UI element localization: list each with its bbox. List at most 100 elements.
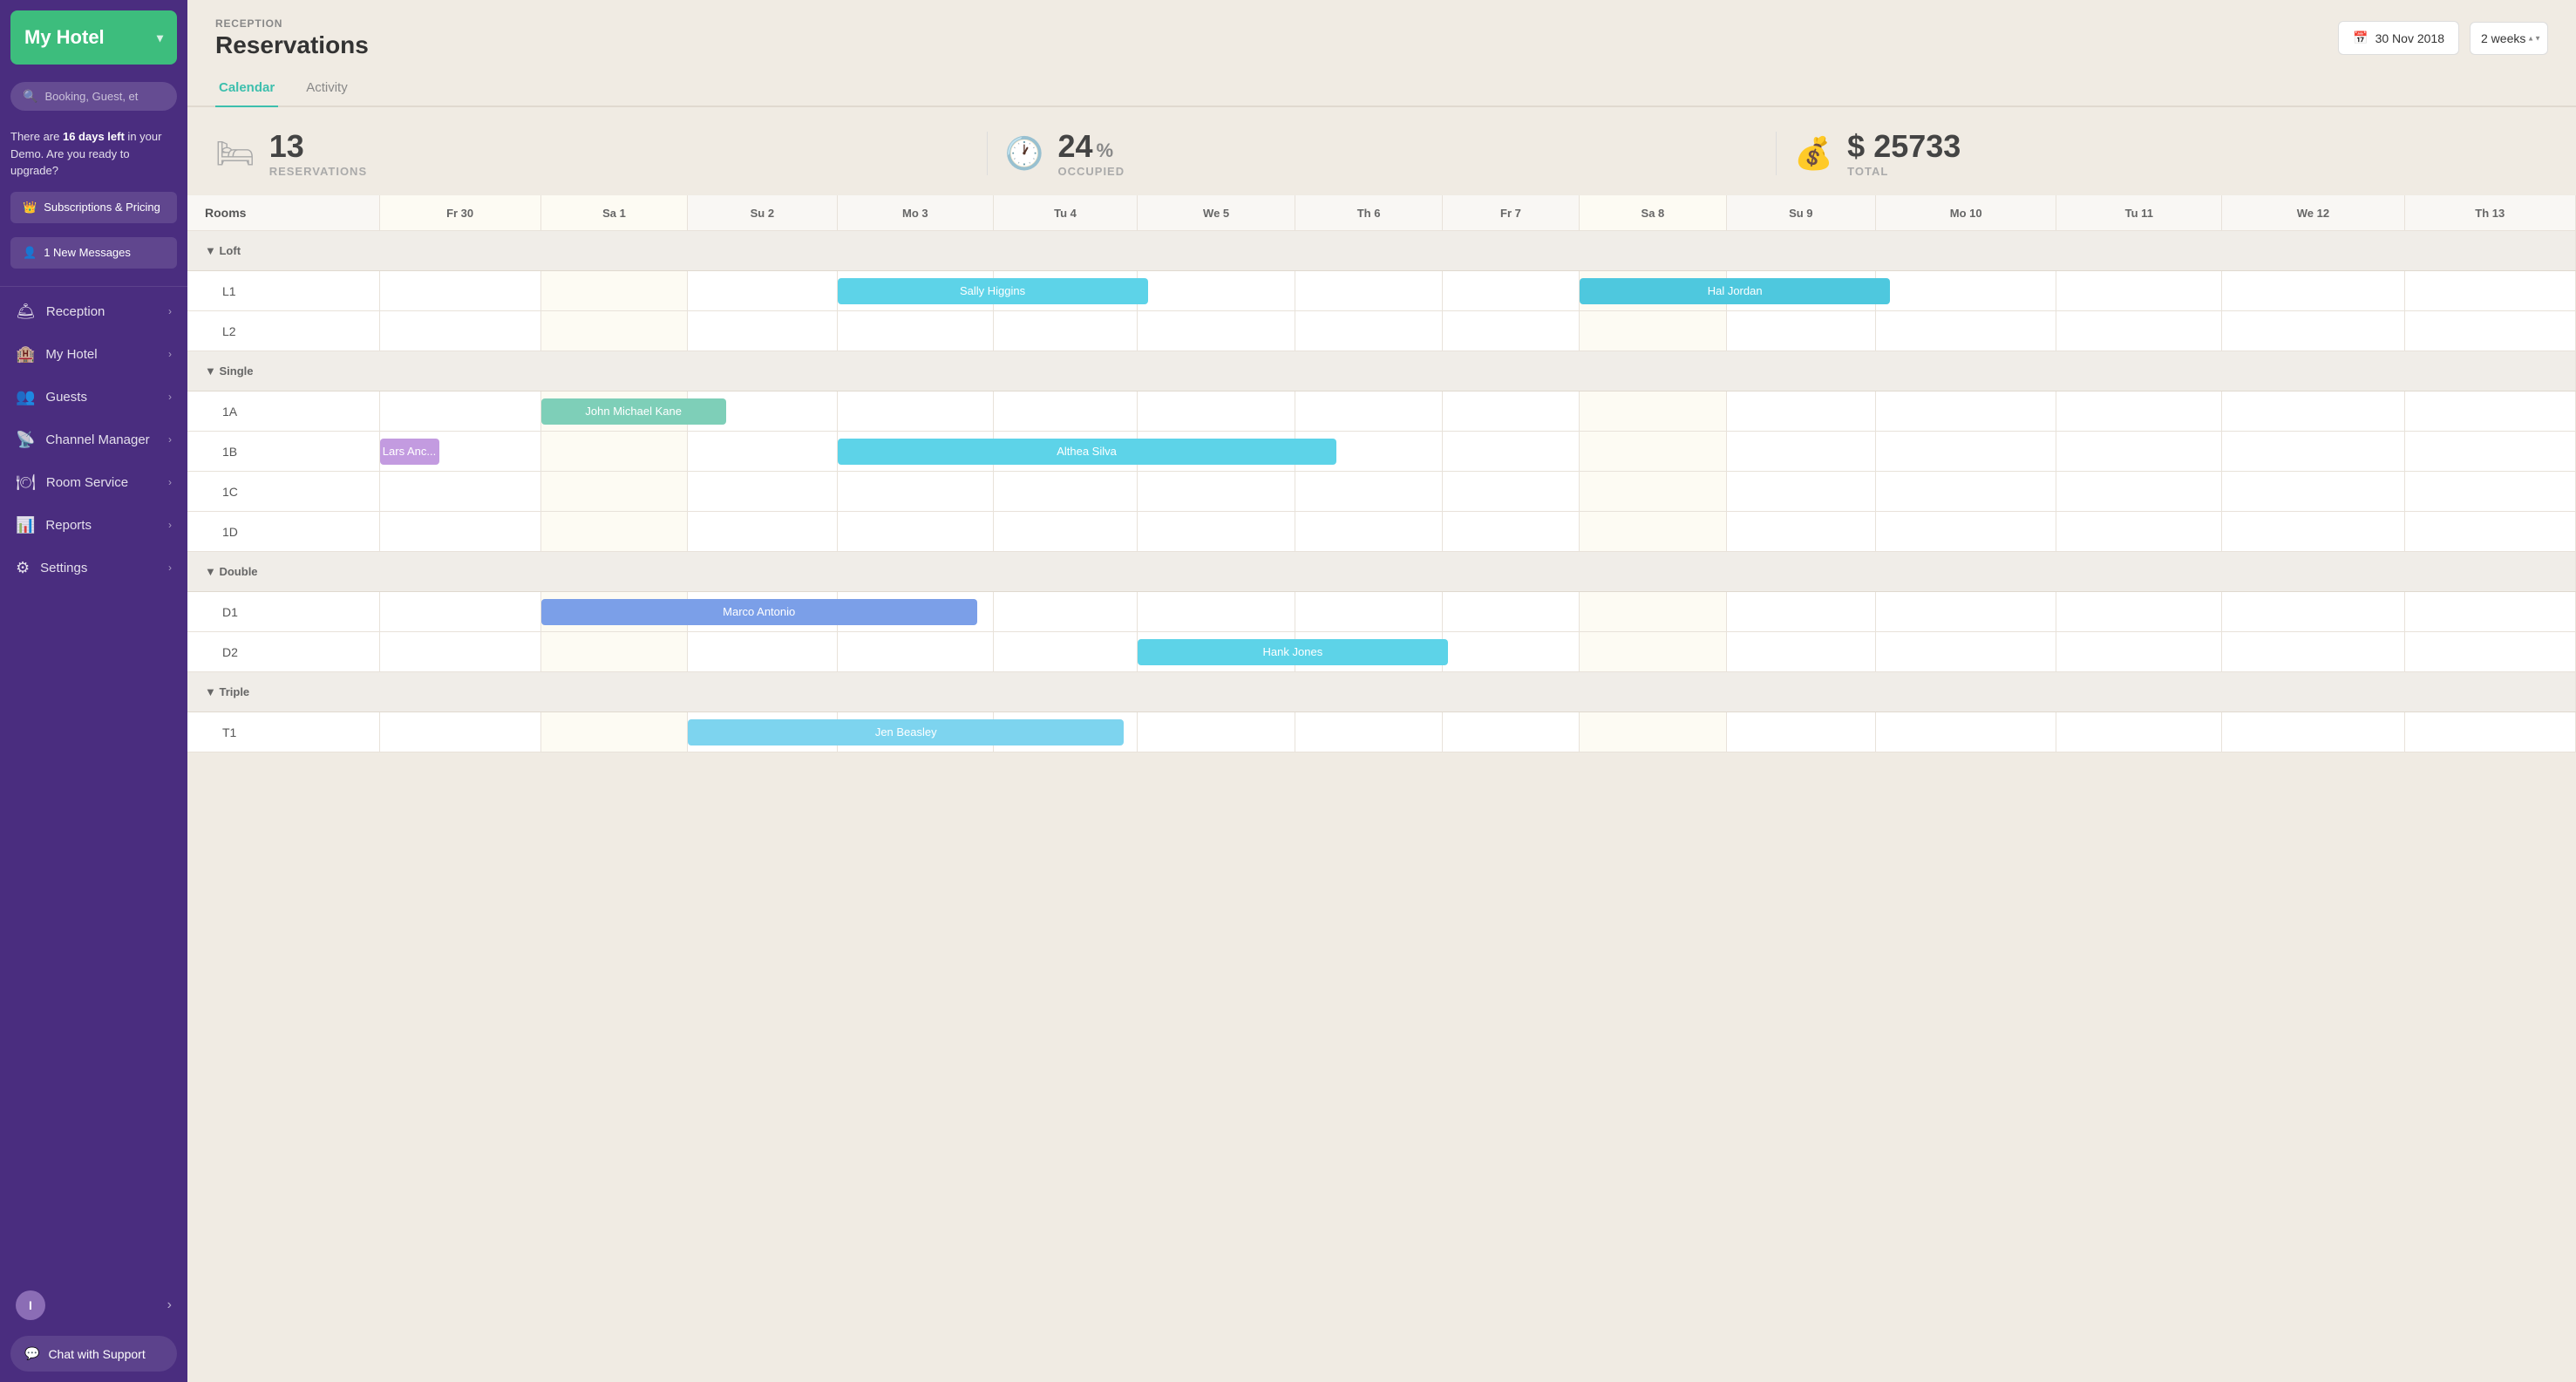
calendar-cell[interactable] — [1875, 472, 2056, 512]
sidebar-item-channel-manager[interactable]: 📡 Channel Manager › — [0, 419, 187, 461]
calendar-cell[interactable] — [2222, 592, 2404, 632]
calendar-cell[interactable] — [2222, 391, 2404, 432]
calendar-cell[interactable] — [1442, 311, 1579, 351]
calendar-cell[interactable] — [1580, 311, 1727, 351]
calendar-cell[interactable] — [1875, 512, 2056, 552]
calendar-cell[interactable] — [540, 432, 688, 472]
calendar-cell[interactable] — [1875, 712, 2056, 752]
calendar-cell[interactable] — [2222, 271, 2404, 311]
calendar-cell[interactable] — [379, 632, 540, 672]
calendar-cell[interactable] — [540, 311, 688, 351]
date-picker[interactable]: 📅 30 Nov 2018 — [2338, 21, 2459, 55]
calendar-cell[interactable] — [2222, 432, 2404, 472]
calendar-cell[interactable] — [1580, 632, 1727, 672]
calendar-cell[interactable] — [1726, 712, 1875, 752]
calendar-cell[interactable] — [2222, 632, 2404, 672]
calendar-cell[interactable] — [2404, 311, 2575, 351]
calendar-cell[interactable] — [688, 432, 837, 472]
reservation-block[interactable]: Lars Anc... — [380, 439, 439, 465]
calendar-cell[interactable] — [1137, 712, 1295, 752]
calendar-cell[interactable] — [1442, 271, 1579, 311]
calendar-cell[interactable] — [1295, 512, 1442, 552]
calendar-cell[interactable] — [1580, 592, 1727, 632]
calendar-cell[interactable] — [837, 512, 994, 552]
calendar-cell[interactable] — [1137, 391, 1295, 432]
calendar-cell[interactable] — [379, 391, 540, 432]
calendar-cell[interactable]: Jen Beasley — [688, 712, 837, 752]
calendar-cell[interactable] — [379, 271, 540, 311]
sidebar-item-my-hotel[interactable]: 🏨 My Hotel › — [0, 333, 187, 376]
calendar-cell[interactable] — [837, 391, 994, 432]
calendar-cell[interactable] — [2404, 592, 2575, 632]
calendar-cell[interactable] — [1726, 592, 1875, 632]
calendar-cell[interactable] — [379, 512, 540, 552]
calendar-cell[interactable] — [2222, 472, 2404, 512]
calendar-cell[interactable] — [994, 391, 1138, 432]
calendar-cell[interactable] — [994, 632, 1138, 672]
calendar-cell[interactable] — [837, 311, 994, 351]
calendar-cell[interactable] — [379, 712, 540, 752]
calendar-cell[interactable] — [1875, 391, 2056, 432]
calendar-cell[interactable] — [1875, 592, 2056, 632]
calendar-cell[interactable] — [2404, 512, 2575, 552]
calendar-cell[interactable] — [1442, 512, 1579, 552]
calendar-cell[interactable] — [1875, 271, 2056, 311]
reservation-block[interactable]: Marco Antonio — [541, 599, 977, 625]
calendar-cell[interactable] — [2404, 632, 2575, 672]
calendar-cell[interactable] — [2056, 391, 2222, 432]
calendar-cell[interactable]: Sally Higgins — [837, 271, 994, 311]
reservation-block[interactable]: Hal Jordan — [1580, 278, 1890, 304]
calendar-cell[interactable] — [688, 271, 837, 311]
calendar-cell[interactable] — [1295, 391, 1442, 432]
reservation-block[interactable]: John Michael Kane — [541, 398, 726, 425]
hotel-brand-button[interactable]: My Hotel ▾ — [10, 10, 177, 65]
calendar-cell[interactable] — [1875, 311, 2056, 351]
calendar-cell[interactable] — [1875, 432, 2056, 472]
calendar-cell[interactable] — [2404, 271, 2575, 311]
calendar-cell[interactable] — [2056, 592, 2222, 632]
tab-activity[interactable]: Activity — [302, 73, 351, 107]
calendar-cell[interactable] — [1726, 432, 1875, 472]
reservation-block[interactable]: Jen Beasley — [688, 719, 1124, 745]
calendar-cell[interactable] — [379, 311, 540, 351]
calendar-cell[interactable] — [2222, 712, 2404, 752]
calendar-cell[interactable] — [837, 632, 994, 672]
sidebar-item-settings[interactable]: ⚙ Settings › — [0, 547, 187, 589]
reservation-block[interactable]: Sally Higgins — [838, 278, 1148, 304]
calendar-cell[interactable] — [540, 512, 688, 552]
calendar-cell[interactable] — [540, 712, 688, 752]
calendar-cell[interactable] — [688, 311, 837, 351]
sidebar-item-room-service[interactable]: 🍽 Room Service › — [0, 461, 187, 504]
calendar-cell[interactable] — [688, 512, 837, 552]
search-box[interactable]: 🔍 — [10, 82, 177, 111]
calendar-cell[interactable] — [1295, 592, 1442, 632]
reservation-block[interactable]: Hank Jones — [1138, 639, 1448, 665]
calendar-cell[interactable] — [688, 632, 837, 672]
user-row[interactable]: I › — [10, 1282, 177, 1329]
calendar-cell[interactable] — [1442, 592, 1579, 632]
calendar-cell[interactable] — [2056, 632, 2222, 672]
calendar-cell[interactable] — [1726, 391, 1875, 432]
calendar-cell[interactable] — [1875, 632, 2056, 672]
calendar-cell[interactable] — [540, 472, 688, 512]
calendar-cell[interactable] — [2056, 311, 2222, 351]
reservation-block[interactable]: Althea Silva — [838, 439, 1336, 465]
calendar-cell[interactable] — [379, 592, 540, 632]
calendar-cell[interactable] — [1580, 432, 1727, 472]
calendar-cell[interactable] — [540, 271, 688, 311]
calendar-cell[interactable] — [994, 311, 1138, 351]
calendar-wrapper[interactable]: Rooms Fr 30 Sa 1 Su 2 Mo 3 Tu 4 We 5 Th … — [187, 195, 2576, 1382]
calendar-cell[interactable] — [1726, 512, 1875, 552]
calendar-cell[interactable] — [1580, 472, 1727, 512]
weeks-select[interactable]: 2 weeks 1 week 3 weeks — [2470, 22, 2548, 55]
calendar-cell[interactable] — [994, 472, 1138, 512]
calendar-cell[interactable] — [1580, 391, 1727, 432]
calendar-cell[interactable] — [1137, 311, 1295, 351]
calendar-cell[interactable] — [2056, 271, 2222, 311]
calendar-cell[interactable]: John Michael Kane — [540, 391, 688, 432]
sidebar-item-reports[interactable]: 📊 Reports › — [0, 504, 187, 547]
calendar-cell[interactable] — [379, 472, 540, 512]
calendar-cell[interactable] — [1726, 472, 1875, 512]
calendar-cell[interactable] — [2222, 512, 2404, 552]
calendar-cell[interactable] — [2404, 712, 2575, 752]
